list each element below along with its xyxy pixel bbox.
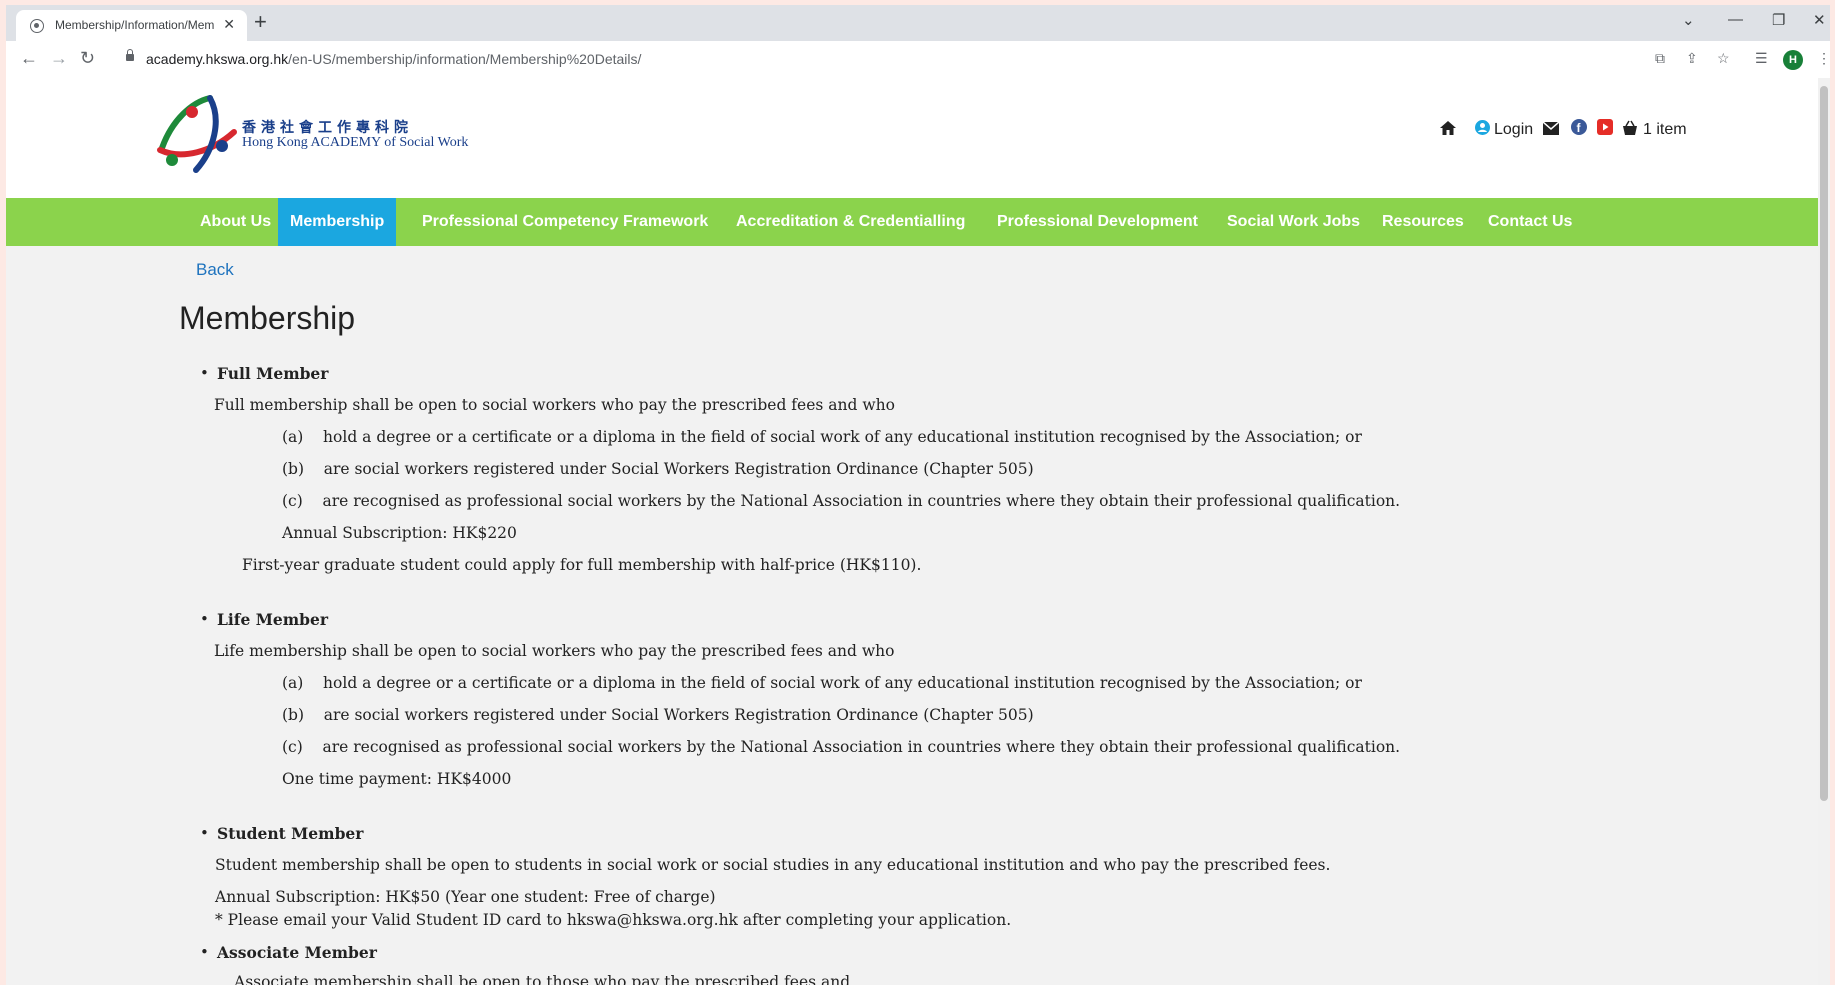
full-member-criterion-c: (c) are recognised as professional socia… bbox=[282, 492, 1401, 510]
full-member-fee: Annual Subscription: HK$220 bbox=[282, 524, 517, 542]
translate-icon[interactable]: ⧉ bbox=[1655, 50, 1665, 67]
share-icon[interactable]: ⇪ bbox=[1686, 50, 1698, 67]
nav-social-work-jobs[interactable]: Social Work Jobs bbox=[1215, 198, 1372, 246]
nav-about-us[interactable]: About Us bbox=[188, 198, 283, 246]
tab-search-icon[interactable]: ⌄ bbox=[1682, 11, 1695, 29]
site-header: 香港社會工作專科院 Hong Kong ACADEMY of Social Wo… bbox=[6, 78, 1818, 198]
nav-professional-competency-framework[interactable]: Professional Competency Framework bbox=[410, 198, 720, 246]
minimize-icon[interactable]: — bbox=[1728, 11, 1743, 28]
student-member-intro: Student membership shall be open to stud… bbox=[215, 856, 1331, 874]
bullet-marker: • bbox=[200, 824, 209, 842]
reading-list-icon[interactable]: ☰ bbox=[1755, 50, 1768, 67]
back-link[interactable]: Back bbox=[196, 260, 234, 280]
full-member-intro: Full membership shall be open to social … bbox=[214, 396, 895, 414]
nav-resources[interactable]: Resources bbox=[1370, 198, 1476, 246]
nav-membership[interactable]: Membership bbox=[278, 198, 397, 246]
full-member-note: First-year graduate student could apply … bbox=[242, 556, 922, 574]
youtube-icon[interactable] bbox=[1597, 119, 1613, 135]
site-logo[interactable]: 香港社會工作專科院 Hong Kong ACADEMY of Social Wo… bbox=[152, 90, 502, 180]
browser-window: Membership/Information/Mem ✕ + ⌄ — ❐ ✕ ←… bbox=[6, 5, 1830, 985]
student-member-note: * Please email your Valid Student ID car… bbox=[215, 911, 1012, 929]
life-member-criterion-c: (c) are recognised as professional socia… bbox=[282, 738, 1401, 756]
tab-title: Membership/Information/Mem bbox=[55, 18, 215, 32]
url-text[interactable]: academy.hkswa.org.hk/en-US/membership/in… bbox=[146, 51, 641, 67]
academy-logo-icon bbox=[157, 95, 237, 173]
student-member-fee: Annual Subscription: HK$50 (Year one stu… bbox=[215, 888, 716, 906]
page-title: Membership bbox=[179, 300, 356, 336]
address-bar[interactable]: academy.hkswa.org.hk/en-US/membership/in… bbox=[112, 45, 1702, 73]
bullet-marker: • bbox=[200, 943, 209, 961]
nav-professional-development[interactable]: Professional Development bbox=[985, 198, 1210, 246]
logo-english-name: Hong Kong ACADEMY of Social Work bbox=[242, 135, 469, 150]
associate-member-intro: Associate membership shall be open to th… bbox=[234, 973, 851, 985]
new-tab-icon[interactable]: + bbox=[254, 10, 267, 34]
life-member-intro: Life membership shall be open to social … bbox=[214, 642, 895, 660]
bookmark-star-icon[interactable]: ☆ bbox=[1717, 50, 1730, 67]
nav-accreditation-credentialling[interactable]: Accreditation & Credentialling bbox=[724, 198, 977, 246]
close-window-icon[interactable]: ✕ bbox=[1813, 11, 1826, 29]
scrollbar-thumb[interactable] bbox=[1820, 86, 1828, 801]
email-icon[interactable] bbox=[1543, 122, 1559, 135]
page-scrollbar[interactable] bbox=[1818, 78, 1830, 985]
login-link[interactable]: Login bbox=[1494, 121, 1533, 139]
lock-icon bbox=[126, 49, 134, 61]
nav-contact-us[interactable]: Contact Us bbox=[1476, 198, 1584, 246]
main-navigation: About Us Membership Professional Compete… bbox=[6, 198, 1818, 246]
forward-arrow-icon[interactable]: → bbox=[50, 48, 68, 68]
home-icon[interactable] bbox=[1439, 119, 1457, 137]
profile-avatar[interactable]: H bbox=[1783, 50, 1803, 70]
facebook-icon[interactable]: f bbox=[1571, 119, 1587, 135]
logo-chinese-name: 香港社會工作專科院 bbox=[242, 120, 413, 136]
browser-toolbar: ← → ↻ academy.hkswa.org.hk/en-US/members… bbox=[6, 41, 1830, 79]
globe-icon bbox=[30, 19, 44, 33]
life-member-fee: One time payment: HK$4000 bbox=[282, 770, 512, 788]
browser-tab[interactable]: Membership/Information/Mem ✕ bbox=[16, 10, 247, 41]
full-member-criterion-b: (b) are social workers registered under … bbox=[282, 460, 1034, 478]
student-member-heading: Student Member bbox=[217, 824, 364, 843]
associate-member-heading: Associate Member bbox=[217, 943, 377, 962]
full-member-criterion-a: (a) hold a degree or a certificate or a … bbox=[282, 428, 1362, 446]
restore-icon[interactable]: ❐ bbox=[1772, 11, 1785, 29]
full-member-heading: Full Member bbox=[217, 364, 329, 383]
user-icon bbox=[1475, 120, 1490, 135]
life-member-criterion-b: (b) are social workers registered under … bbox=[282, 706, 1034, 724]
tab-strip: Membership/Information/Mem ✕ + ⌄ — ❐ ✕ bbox=[6, 5, 1830, 41]
back-arrow-icon[interactable]: ← bbox=[20, 48, 38, 68]
reload-icon[interactable]: ↻ bbox=[80, 48, 95, 68]
menu-dots-icon[interactable]: ⋮ bbox=[1817, 50, 1830, 67]
life-member-criterion-a: (a) hold a degree or a certificate or a … bbox=[282, 674, 1362, 692]
bullet-marker: • bbox=[200, 364, 209, 382]
cart-link[interactable]: 1 item bbox=[1643, 121, 1687, 139]
shopping-basket-icon[interactable] bbox=[1622, 120, 1638, 136]
life-member-heading: Life Member bbox=[217, 610, 328, 629]
close-tab-icon[interactable]: ✕ bbox=[223, 16, 235, 33]
web-page: 香港社會工作專科院 Hong Kong ACADEMY of Social Wo… bbox=[6, 78, 1818, 985]
bullet-marker: • bbox=[200, 610, 209, 628]
